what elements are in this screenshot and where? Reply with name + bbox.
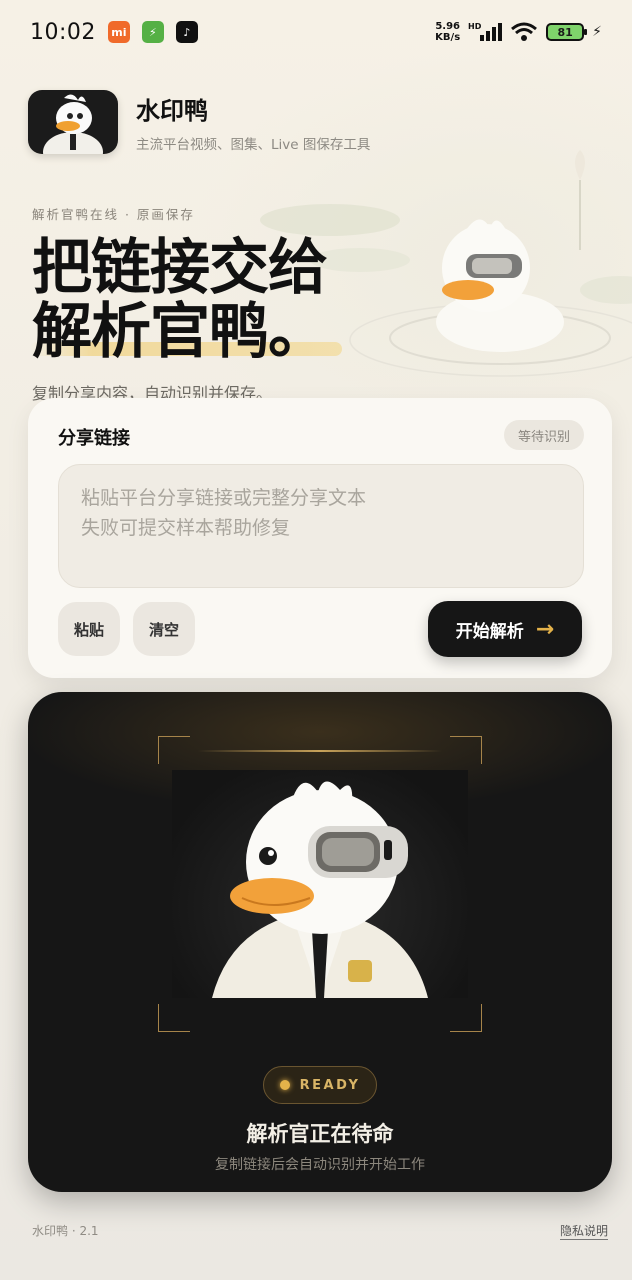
start-parse-button[interactable]: 开始解析 →: [428, 601, 582, 657]
frame-corner-bottom-right: [450, 1004, 482, 1032]
battery-level: 81: [557, 25, 573, 39]
scan-line: [198, 750, 442, 752]
share-link-input[interactable]: 粘贴平台分享链接或完整分享文本 失败可提交样本帮助修复: [58, 464, 584, 588]
duck-mascot-image: [172, 770, 468, 998]
frame-corner-top-left: [158, 736, 190, 764]
footer-version: 水印鸭 · 2.1: [32, 1224, 99, 1238]
app-title-group: 水印鸭 主流平台视频、图集、Live 图保存工具: [136, 91, 370, 153]
speed-value: 5.96: [435, 21, 460, 32]
frame-corner-top-right: [450, 736, 482, 764]
network-speed: 5.96 KB/s: [435, 21, 460, 43]
signal-icon: HD: [468, 22, 503, 41]
wifi-icon: [511, 22, 538, 41]
charging-app-icon: ⚡: [141, 21, 164, 43]
status-bar: 10:02 mi ⚡ ♪ 5.96 KB/s HD 81 ⚡: [0, 0, 632, 64]
ready-dot-icon: [279, 1080, 290, 1090]
app-logo: [28, 90, 118, 154]
ready-badge-label: READY: [299, 1077, 361, 1093]
ready-title: 解析官正在待命: [246, 1122, 394, 1146]
hero-title-line-1: 把链接交给: [32, 233, 328, 303]
arrow-right-icon: →: [535, 616, 555, 642]
ready-status-card: READY 解析官正在待命 复制链接后会自动识别并开始工作: [28, 692, 612, 1192]
speed-unit: KB/s: [435, 32, 461, 43]
paste-button[interactable]: 粘贴: [58, 602, 120, 656]
hero-title: 把链接交给 解析官鸭。: [32, 233, 328, 367]
share-card-title: 分享链接: [58, 428, 130, 449]
battery-indicator: 81: [546, 23, 588, 41]
mi-app-icon: mi: [107, 21, 130, 43]
hero-eyebrow: 解析官鸭在线 · 原画保存: [32, 207, 195, 222]
clear-button[interactable]: 清空: [133, 602, 195, 656]
start-parse-label: 开始解析: [455, 621, 524, 642]
ready-description: 复制链接后会自动识别并开始工作: [215, 1157, 425, 1173]
share-link-card: 分享链接 等待识别 粘贴平台分享链接或完整分享文本 失败可提交样本帮助修复 粘贴…: [28, 398, 612, 678]
hero-title-line-2: 解析官鸭。: [32, 297, 328, 367]
signal-hd-label: HD: [468, 22, 482, 31]
tiktok-app-icon: ♪: [175, 21, 198, 43]
status-time: 10:02: [30, 19, 96, 45]
charging-bolt-icon: ⚡: [592, 24, 602, 40]
privacy-link[interactable]: 隐私说明: [559, 1222, 608, 1240]
app-title: 水印鸭: [136, 97, 208, 125]
status-badge: 等待识别: [503, 420, 584, 450]
status-right: 5.96 KB/s HD 81 ⚡: [435, 21, 602, 43]
frame-corner-bottom-left: [158, 1004, 190, 1032]
app-header: 水印鸭 主流平台视频、图集、Live 图保存工具: [28, 90, 370, 154]
ready-badge: READY: [263, 1066, 377, 1104]
